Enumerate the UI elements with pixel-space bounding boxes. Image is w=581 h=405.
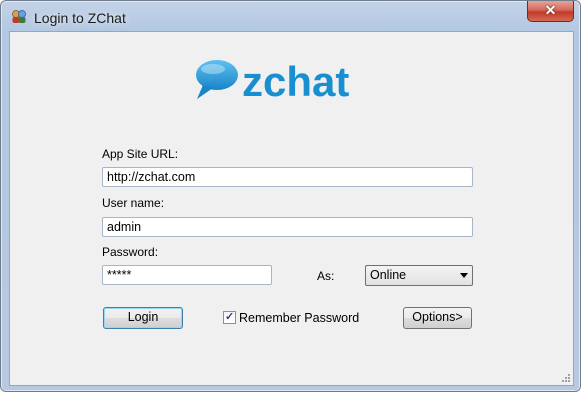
username-input[interactable]: admin — [102, 217, 473, 237]
dialog-body: zchat App Site URL: http://zchat.com Use… — [9, 31, 574, 386]
resize-grip-icon[interactable] — [561, 373, 571, 383]
window-title: Login to ZChat — [34, 10, 126, 26]
chevron-down-icon — [460, 273, 468, 278]
close-button[interactable]: ✕ — [527, 1, 574, 22]
status-label: As: — [317, 269, 335, 283]
close-icon: ✕ — [544, 2, 557, 18]
url-input[interactable]: http://zchat.com — [102, 167, 473, 187]
check-icon: ✓ — [225, 311, 235, 323]
app-icon — [12, 10, 26, 23]
login-button[interactable]: Login — [103, 307, 183, 329]
chat-bubble-icon — [196, 60, 238, 99]
username-label: User name: — [102, 196, 165, 210]
status-value: Online — [370, 268, 407, 282]
options-button[interactable]: Options> — [403, 307, 472, 329]
logo-text: zchat — [242, 58, 350, 105]
url-label: App Site URL: — [102, 147, 179, 161]
zchat-logo: zchat — [193, 58, 363, 108]
remember-password-label[interactable]: Remember Password — [239, 311, 359, 325]
login-window: Login to ZChat ✕ zchat App Site URL: htt… — [0, 0, 581, 392]
title-bar[interactable]: Login to ZChat ✕ — [1, 1, 580, 31]
password-input[interactable]: ***** — [102, 265, 272, 285]
status-select[interactable]: Online — [365, 265, 473, 286]
password-label: Password: — [102, 245, 159, 259]
remember-password-checkbox[interactable]: ✓ — [223, 311, 236, 324]
